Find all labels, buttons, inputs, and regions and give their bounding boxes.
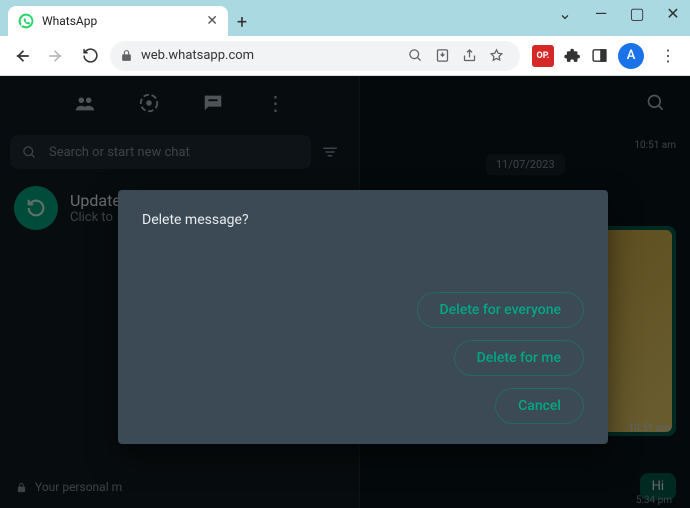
url-input[interactable] xyxy=(141,48,400,63)
whatsapp-favicon-icon xyxy=(18,13,34,29)
omnibox-actions xyxy=(408,48,510,63)
delete-for-me-button[interactable]: Delete for me xyxy=(454,340,584,376)
nav-back-button[interactable] xyxy=(8,42,36,70)
delete-message-dialog: Delete message? Delete for everyone Dele… xyxy=(118,190,608,444)
nav-reload-button[interactable] xyxy=(76,42,104,70)
delete-for-everyone-button[interactable]: Delete for everyone xyxy=(417,292,585,328)
extensions-button[interactable] xyxy=(564,47,581,64)
extension-opera-icon[interactable]: OP. xyxy=(532,45,554,67)
lock-icon xyxy=(120,49,133,62)
window-maximize-button[interactable]: ▢ xyxy=(628,4,646,23)
tab-title: WhatsApp xyxy=(42,14,97,28)
browser-toolbar: OP. A ⋮ xyxy=(0,36,690,76)
window-controls: ⌄ — ▢ ✕ xyxy=(556,4,682,23)
browser-tab[interactable]: WhatsApp ✕ xyxy=(8,6,228,36)
cancel-button[interactable]: Cancel xyxy=(495,388,584,424)
dialog-actions: Delete for everyone Delete for me Cancel xyxy=(417,292,585,424)
profile-avatar[interactable]: A xyxy=(618,43,644,69)
window-close-button[interactable]: ✕ xyxy=(664,4,682,23)
nav-forward-button[interactable] xyxy=(42,42,70,70)
window-dropdown-icon[interactable]: ⌄ xyxy=(556,4,574,23)
new-tab-button[interactable]: + xyxy=(228,8,256,36)
window-minimize-button[interactable]: — xyxy=(592,4,610,23)
panel-toggle-icon[interactable] xyxy=(591,47,608,64)
window-titlebar: WhatsApp ✕ + ⌄ — ▢ ✕ xyxy=(0,0,690,36)
dialog-title: Delete message? xyxy=(142,212,584,228)
search-lens-icon[interactable] xyxy=(408,48,423,63)
chrome-menu-button[interactable]: ⋮ xyxy=(654,46,682,65)
share-icon[interactable] xyxy=(462,48,477,63)
extensions-row: OP. A ⋮ xyxy=(526,43,682,69)
bookmark-star-icon[interactable] xyxy=(489,48,504,63)
install-app-icon[interactable] xyxy=(435,48,450,63)
address-bar[interactable] xyxy=(110,41,520,71)
tab-close-icon[interactable]: ✕ xyxy=(206,13,218,29)
